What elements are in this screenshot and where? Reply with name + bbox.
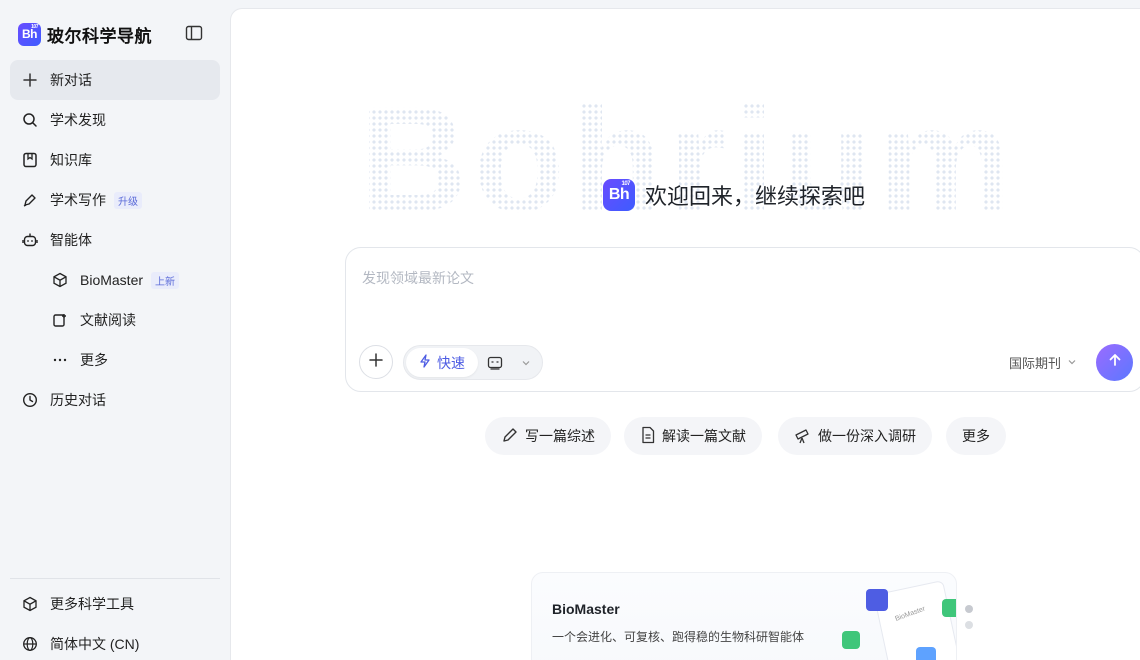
document-reading-icon — [52, 312, 68, 328]
sidebar-item-new-chat[interactable]: 新对话 — [10, 60, 220, 100]
logo-superscript: 107 — [621, 181, 630, 187]
chip-label: 做一份深入调研 — [818, 428, 916, 444]
chip-label: 更多 — [962, 428, 990, 444]
card-description: 一个会进化、可复核、跑得稳的生物科研智能体 — [552, 630, 805, 644]
source-select[interactable]: 国际期刊 — [1009, 353, 1077, 372]
suggestion-chips: 写一篇综述 解读一篇文献 做一份深入调研 更多 — [231, 417, 1140, 455]
brand-name: 玻尔科学导航 — [47, 26, 152, 46]
card-title: BioMaster — [552, 601, 620, 617]
chat-input-box: 发现领域最新论文 快速 国际期刊 — [345, 247, 1140, 392]
plus-icon — [369, 352, 383, 372]
new-badge: 上新 — [151, 271, 180, 289]
sidebar-item-literature-reading[interactable]: 文献阅读 — [10, 300, 220, 340]
card-illustration: BioMaster — [832, 577, 956, 660]
sidebar-item-label: 更多科学工具 — [50, 596, 134, 612]
sidebar-item-biomaster[interactable]: BioMaster 上新 — [10, 260, 220, 300]
chip-label: 写一篇综述 — [525, 428, 595, 444]
globe-icon — [22, 636, 38, 652]
attach-button[interactable] — [359, 345, 393, 379]
chevron-down-icon[interactable] — [520, 356, 532, 368]
sidebar-item-academic-writing[interactable]: 学术写作 升级 — [10, 180, 220, 220]
main-panel: Bohrium 107 Bh 欢迎回来，继续探索吧 发现领域最新论文 快速 国际… — [230, 8, 1140, 660]
sidebar-item-label: 学术写作 — [50, 192, 106, 208]
sidebar-item-label: 学术发现 — [50, 112, 106, 128]
mode-selector: 快速 — [403, 345, 543, 380]
carousel-dot[interactable] — [965, 621, 973, 629]
send-button[interactable] — [1096, 344, 1133, 381]
pencil-icon — [501, 426, 519, 447]
biomaster-promo-card[interactable]: BioMaster 一个会进化、可复核、跑得稳的生物科研智能体 BioMaste… — [531, 572, 957, 660]
chip-more[interactable]: 更多 — [946, 417, 1006, 455]
sidebar-item-label: BioMaster — [80, 272, 144, 288]
cube-icon — [52, 272, 68, 288]
chat-input[interactable]: 发现领域最新论文 — [362, 268, 474, 288]
ellipsis-icon — [52, 352, 68, 368]
welcome-header: 107 Bh 欢迎回来，继续探索吧 — [603, 179, 865, 211]
sidebar-item-agents[interactable]: 智能体 — [10, 220, 220, 260]
carousel-pagination — [965, 605, 973, 637]
sidebar-item-label: 简体中文 (CN) — [50, 636, 140, 652]
sidebar-item-academic-discovery[interactable]: 学术发现 — [10, 100, 220, 140]
sidebar-item-more[interactable]: 更多 — [10, 340, 220, 380]
telescope-icon — [794, 426, 812, 447]
upgrade-badge: 升级 — [114, 191, 142, 209]
sidebar-item-more-tools[interactable]: 更多科学工具 — [10, 584, 220, 624]
lightning-icon — [419, 354, 431, 371]
sidebar-item-label: 智能体 — [50, 232, 92, 248]
sidebar-divider — [10, 578, 220, 579]
pen-icon — [22, 192, 38, 208]
fast-mode-button[interactable]: 快速 — [406, 348, 478, 377]
file-icon — [640, 426, 656, 447]
arrow-up-icon — [1107, 352, 1123, 373]
brand-logo: 107 Bh — [603, 179, 635, 211]
robot-icon — [22, 232, 38, 248]
search-icon — [22, 112, 38, 128]
source-label: 国际期刊 — [1009, 356, 1062, 371]
language-selector[interactable]: 简体中文 (CN) — [10, 624, 220, 660]
fast-mode-label: 快速 — [437, 354, 465, 371]
brand[interactable]: 107 Bh 玻尔科学导航 — [18, 22, 152, 46]
sidebar-item-label: 新对话 — [50, 72, 92, 88]
sidebar-item-label: 文献阅读 — [80, 312, 136, 328]
logo-text: Bh — [608, 186, 630, 203]
sidebar-item-label: 历史对话 — [50, 392, 106, 408]
chevron-down-icon — [1067, 355, 1077, 370]
welcome-text: 欢迎回来，继续探索吧 — [645, 184, 866, 209]
chip-deep-research[interactable]: 做一份深入调研 — [778, 417, 932, 455]
sidebar-toggle-icon[interactable] — [185, 25, 203, 41]
sidebar-item-label: 更多 — [80, 352, 108, 368]
sidebar: 107 Bh 玻尔科学导航 新对话 学术发现 知识库 学术写作 升级 智能体 B… — [0, 0, 230, 660]
sidebar-item-history[interactable]: 历史对话 — [10, 380, 220, 420]
carousel-dot[interactable] — [965, 605, 973, 613]
chip-write-review[interactable]: 写一篇综述 — [485, 417, 611, 455]
monitor-mode-icon[interactable] — [487, 355, 503, 371]
sidebar-item-label: 知识库 — [50, 152, 92, 168]
chip-label: 解读一篇文献 — [662, 428, 746, 444]
logo-superscript: 107 — [31, 23, 38, 30]
box-icon — [22, 596, 38, 612]
watermark-text: Bohrium — [359, 75, 1018, 243]
brand-logo: 107 Bh — [18, 22, 41, 46]
chip-interpret-paper[interactable]: 解读一篇文献 — [624, 417, 762, 455]
bookmark-icon — [22, 152, 38, 168]
clock-icon — [22, 392, 38, 408]
sidebar-item-knowledge-base[interactable]: 知识库 — [10, 140, 220, 180]
plus-icon — [22, 72, 38, 88]
